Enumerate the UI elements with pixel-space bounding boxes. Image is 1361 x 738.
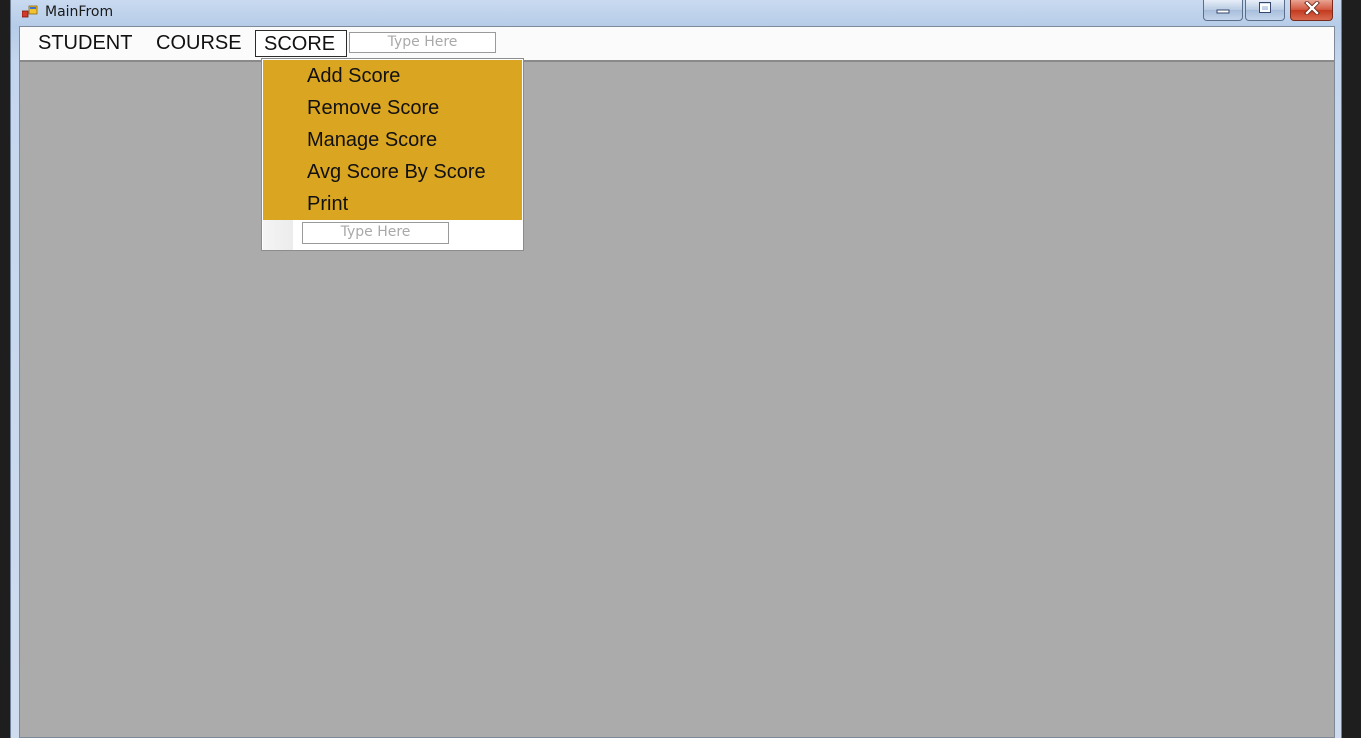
menu-score[interactable]: SCORE xyxy=(255,30,347,57)
menu-strip: STUDENT COURSE SCORE Type Here xyxy=(20,27,1334,62)
menu-item-manage-score[interactable]: Manage Score xyxy=(263,124,522,156)
title-bar[interactable]: MainFrom xyxy=(11,0,1341,26)
minimize-icon xyxy=(1215,1,1231,19)
maximize-icon xyxy=(1257,1,1273,20)
minimize-button[interactable] xyxy=(1203,0,1243,21)
dropdown-image-margin xyxy=(263,220,293,250)
menu-course[interactable]: COURSE xyxy=(148,30,250,57)
score-dropdown-menu: Add Score Remove Score Manage Score Avg … xyxy=(261,58,524,251)
close-button[interactable] xyxy=(1290,0,1333,21)
mdi-container xyxy=(20,62,1334,737)
menu-type-here-input[interactable]: Type Here xyxy=(349,32,496,53)
menu-item-remove-score[interactable]: Remove Score xyxy=(263,92,522,124)
close-icon xyxy=(1303,0,1321,20)
menu-student[interactable]: STUDENT xyxy=(30,30,140,57)
menu-item-print[interactable]: Print xyxy=(263,188,522,220)
dropdown-items-panel: Add Score Remove Score Manage Score Avg … xyxy=(263,60,522,220)
menu-item-avg-score[interactable]: Avg Score By Score xyxy=(263,156,522,188)
menu-item-add-score[interactable]: Add Score xyxy=(263,60,522,92)
window-title: MainFrom xyxy=(45,4,114,20)
maximize-button[interactable] xyxy=(1245,0,1285,21)
dropdown-type-here-input[interactable]: Type Here xyxy=(302,222,449,244)
form-client-area: STUDENT COURSE SCORE Type Here Add Score… xyxy=(19,26,1335,738)
app-form-icon xyxy=(21,5,38,19)
main-window: MainFrom STUDENT COURSE SCORE Type Here … xyxy=(10,0,1342,738)
